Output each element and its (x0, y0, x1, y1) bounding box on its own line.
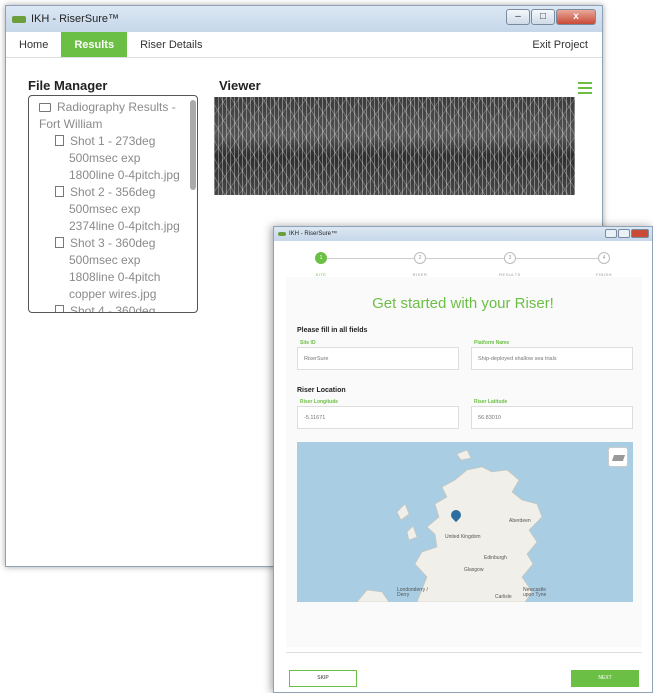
title-bar: IKH - RiserSure™ (274, 227, 652, 241)
map-label: Carlisle (495, 594, 512, 600)
map-label: Aberdeen (509, 518, 531, 524)
file-manager-title: File Manager (28, 78, 108, 93)
step-3[interactable]: 3 (504, 252, 516, 264)
app-icon (12, 15, 26, 23)
scotland-land (356, 449, 543, 602)
file-label: Shot 3 - 360deg 500msec exp 1808line 0-4… (69, 236, 161, 301)
map-label: United Kingdom (445, 534, 481, 540)
step-1[interactable]: 1 (315, 252, 327, 264)
footer-divider (286, 652, 642, 653)
map-label: Edinburgh (484, 555, 507, 561)
location-title: Riser Location (297, 387, 346, 394)
latitude-label: Riser Latitude (474, 399, 508, 405)
page-heading: Get started with your Riser! (372, 295, 554, 312)
skip-button[interactable]: SKIP (289, 670, 357, 687)
step-line (423, 258, 507, 259)
window-controls: – □ x (506, 9, 596, 25)
minimize-button[interactable]: – (506, 9, 530, 25)
nav-results[interactable]: Results (61, 32, 128, 57)
longitude-label: Riser Longitude (300, 399, 339, 405)
app-icon (278, 232, 286, 236)
platform-name-label: Platform Name (474, 340, 510, 346)
window-title: IKH - RiserSure™ (31, 13, 120, 25)
radiograph-image (214, 97, 575, 195)
sliders-icon[interactable] (578, 82, 592, 94)
exit-project-link[interactable]: Exit Project (532, 32, 588, 57)
scrollbar[interactable] (190, 100, 196, 190)
image-file-icon (55, 305, 64, 312)
close-button[interactable] (631, 229, 649, 238)
window-controls (605, 229, 649, 238)
setup-window: IKH - RiserSure™ 1 2 3 4 SITE RISER RESU… (273, 226, 653, 693)
folder-item[interactable]: Radiography Results - Fort William (39, 99, 185, 133)
file-item[interactable]: Shot 3 - 360deg 500msec exp 1808line 0-4… (39, 235, 185, 303)
nav-home[interactable]: Home (6, 32, 61, 57)
longitude-input[interactable]: -5.11671 (297, 406, 459, 429)
step-line (513, 258, 600, 259)
file-label: Shot 1 - 273deg 500msec exp 1800line 0-4… (69, 134, 180, 182)
step-4[interactable]: 4 (598, 252, 610, 264)
step-line (327, 258, 417, 259)
image-file-icon (55, 135, 64, 146)
file-label: Shot 2 - 356deg 500msec exp 2374line 0-4… (69, 185, 180, 233)
layers-button[interactable] (608, 447, 628, 467)
step-2[interactable]: 2 (414, 252, 426, 264)
platform-name-input[interactable]: Ship-deployed shallow sea trials (471, 347, 633, 370)
file-item[interactable]: Shot 4 - 360deg 500msec exp 1808line 0- (39, 303, 185, 313)
maximize-button[interactable] (618, 229, 630, 238)
file-item[interactable]: Shot 2 - 356deg 500msec exp 2374line 0-4… (39, 184, 185, 235)
top-nav: Home Results Riser Details Exit Project (6, 32, 602, 58)
image-file-icon (55, 186, 64, 197)
maximize-button[interactable]: □ (531, 9, 555, 25)
file-label: Shot 4 - 360deg 500msec exp 1808line 0- (70, 304, 156, 313)
viewer-title: Viewer (219, 78, 261, 93)
map-label: Glasgow (464, 567, 484, 573)
minimize-button[interactable] (605, 229, 617, 238)
file-tree: Radiography Results - Fort William Shot … (28, 95, 198, 313)
map-label: Newcastle upon Tyne (523, 587, 547, 598)
map-label: Londonderry / Derry (397, 587, 428, 598)
title-bar: IKH - RiserSure™ – □ x (6, 6, 602, 32)
layers-icon (611, 455, 626, 461)
site-id-input[interactable]: RiserSure (297, 347, 459, 370)
nav-riser-details[interactable]: Riser Details (127, 32, 215, 57)
folder-icon (39, 103, 51, 112)
close-button[interactable]: x (556, 9, 596, 25)
fields-title: Please fill in all fields (297, 327, 368, 334)
folder-label: Radiography Results - Fort William (39, 100, 176, 131)
site-id-label: Site ID (300, 340, 316, 346)
location-map[interactable]: United Kingdom Aberdeen Edinburgh Glasgo… (297, 442, 633, 602)
file-item[interactable]: Shot 1 - 273deg 500msec exp 1800line 0-4… (39, 133, 185, 184)
window-title: IKH - RiserSure™ (289, 231, 338, 237)
image-file-icon (55, 237, 64, 248)
latitude-input[interactable]: 56.83010 (471, 406, 633, 429)
progress-stepper: 1 2 3 4 SITE RISER RESULTS FINISH (274, 241, 652, 277)
next-button[interactable]: NEXT (571, 670, 639, 687)
